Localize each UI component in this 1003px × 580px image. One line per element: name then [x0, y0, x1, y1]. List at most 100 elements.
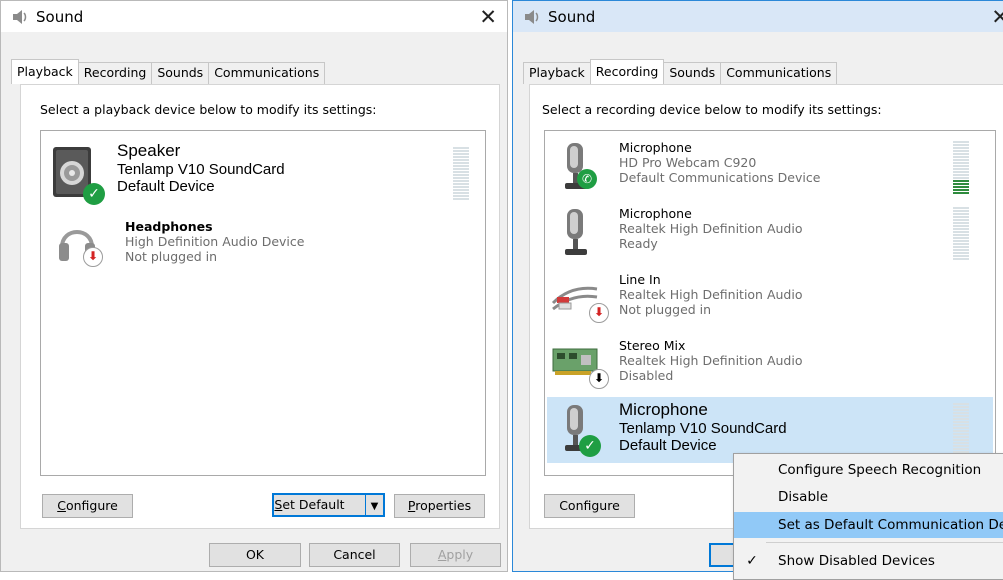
meter-segment	[953, 442, 969, 444]
device-microphone-realtek[interactable]: Microphone Realtek High Definition Audio…	[547, 199, 993, 265]
tab-communications[interactable]: Communications	[720, 62, 838, 84]
meter-segment	[953, 168, 969, 170]
meter-segment	[453, 156, 469, 158]
tab-strip: Playback Recording Sounds Communications	[523, 59, 838, 84]
device-headphones[interactable]: ⬇ Headphones High Definition Audio Devic…	[43, 213, 483, 273]
meter-segment	[453, 192, 469, 194]
close-icon[interactable]: ✕	[991, 5, 1003, 29]
level-meter	[953, 141, 969, 194]
device-stereo-mix[interactable]: ⬇ Stereo Mix Realtek High Definition Aud…	[547, 331, 993, 397]
meter-segment	[953, 156, 969, 158]
menu-item-disable[interactable]: Disable	[734, 484, 1003, 510]
device-name: Stereo Mix	[619, 338, 686, 353]
configure-button[interactable]: Configure	[544, 494, 635, 518]
device-name: Line In	[619, 272, 661, 287]
configure-button[interactable]: Configure	[42, 494, 133, 518]
meter-segment	[953, 255, 969, 257]
tab-sounds[interactable]: Sounds	[663, 62, 722, 84]
meter-segment	[453, 171, 469, 173]
meter-segment	[953, 159, 969, 161]
title-bar[interactable]: Sound ✕	[1, 1, 507, 32]
meter-segment	[453, 183, 469, 185]
device-name: Microphone	[619, 206, 692, 221]
meter-segment	[953, 418, 969, 420]
meter-segment	[953, 150, 969, 152]
meter-segment	[953, 427, 969, 429]
meter-segment	[953, 240, 969, 242]
device-driver: Realtek High Definition Audio	[619, 353, 803, 368]
device-name: Microphone	[619, 400, 708, 419]
close-icon[interactable]: ✕	[479, 5, 497, 29]
meter-segment	[453, 153, 469, 155]
meter-segment	[453, 147, 469, 149]
meter-segment	[953, 433, 969, 435]
menu-item-show-disabled[interactable]: ✓ Show Disabled Devices	[734, 548, 1003, 574]
meter-segment	[953, 228, 969, 230]
set-default-button[interactable]: Set Default	[272, 493, 367, 517]
device-status: Default Device	[619, 437, 717, 454]
meter-segment	[453, 162, 469, 164]
device-line-in[interactable]: ⬇ Line In Realtek High Definition Audio …	[547, 265, 993, 331]
tab-strip: Playback Recording Sounds Communications	[11, 59, 326, 84]
device-speaker[interactable]: ✓ Speaker Tenlamp V10 SoundCard Default …	[43, 139, 483, 209]
device-driver: Tenlamp V10 SoundCard	[117, 161, 285, 178]
device-name: Speaker	[117, 141, 181, 160]
meter-segment	[953, 210, 969, 212]
tab-panel: Select a playback device below to modify…	[20, 84, 500, 529]
ok-button[interactable]: OK	[209, 543, 301, 567]
window-title: Sound	[548, 7, 596, 26]
meter-segment	[953, 445, 969, 447]
tab-sounds[interactable]: Sounds	[151, 62, 210, 84]
device-driver: Realtek High Definition Audio	[619, 221, 803, 236]
meter-segment	[953, 409, 969, 411]
meter-segment	[953, 412, 969, 414]
recording-device-list[interactable]: ✆ Microphone HD Pro Webcam C920 Default …	[544, 130, 996, 476]
meter-segment	[953, 180, 969, 182]
set-default-dropdown-arrow[interactable]: ▼	[365, 493, 385, 517]
meter-segment	[953, 246, 969, 248]
meter-segment	[453, 189, 469, 191]
meter-segment	[953, 403, 969, 405]
meter-segment	[953, 213, 969, 215]
unplugged-arrow-icon: ⬇	[589, 303, 609, 323]
menu-separator	[766, 542, 1003, 543]
tab-playback[interactable]: Playback	[523, 62, 591, 84]
meter-segment	[453, 165, 469, 167]
meter-segment	[953, 174, 969, 176]
title-bar[interactable]: Sound ✕	[513, 1, 1003, 32]
menu-item-configure-speech[interactable]: Configure Speech Recognition	[734, 457, 1003, 483]
meter-segment	[953, 141, 969, 143]
default-check-icon: ✓	[579, 435, 601, 457]
device-driver: HD Pro Webcam C920	[619, 155, 757, 170]
meter-segment	[953, 222, 969, 224]
sound-dialog-playback: Sound ✕ Playback Recording Sounds Commun…	[0, 0, 508, 572]
meter-segment	[953, 237, 969, 239]
apply-button[interactable]: Apply	[410, 543, 501, 567]
level-meter	[953, 403, 969, 456]
meter-segment	[453, 159, 469, 161]
playback-device-list[interactable]: ✓ Speaker Tenlamp V10 SoundCard Default …	[40, 130, 486, 476]
device-status: Not plugged in	[125, 249, 218, 264]
speaker-app-icon	[525, 9, 539, 24]
device-driver: Realtek High Definition Audio	[619, 287, 803, 302]
properties-button[interactable]: Properties	[394, 494, 485, 518]
meter-segment	[953, 421, 969, 423]
meter-segment	[953, 406, 969, 408]
meter-segment	[953, 186, 969, 188]
tab-playback[interactable]: Playback	[11, 59, 79, 84]
meter-segment	[453, 186, 469, 188]
tab-recording[interactable]: Recording	[77, 62, 153, 84]
meter-segment	[953, 430, 969, 432]
cancel-button[interactable]: Cancel	[309, 543, 400, 567]
meter-segment	[453, 180, 469, 182]
device-microphone-webcam[interactable]: ✆ Microphone HD Pro Webcam C920 Default …	[547, 133, 993, 199]
instruction-text: Select a playback device below to modify…	[40, 102, 377, 117]
tab-recording[interactable]: Recording	[589, 59, 665, 84]
menu-item-set-default-communication[interactable]: Set as Default Communication Device	[734, 512, 1003, 538]
disabled-arrow-icon: ⬇	[589, 369, 609, 389]
device-status: Ready	[619, 236, 658, 251]
device-status: Default Communications Device	[619, 170, 821, 185]
tab-communications[interactable]: Communications	[208, 62, 326, 84]
meter-segment	[953, 144, 969, 146]
meter-segment	[953, 165, 969, 167]
